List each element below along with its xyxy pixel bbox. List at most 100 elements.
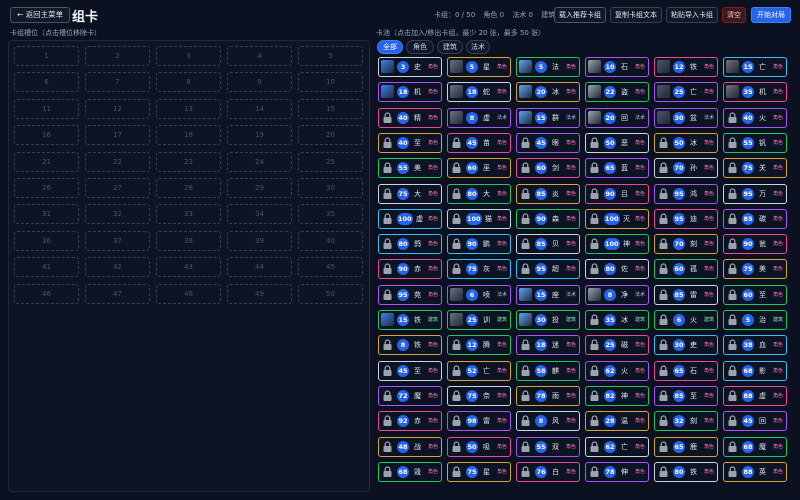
filter-tab[interactable]: 建筑 [437,40,463,54]
pool-card[interactable]: 90 森角色 [516,208,580,229]
pool-card[interactable]: 25 训建筑 [447,310,511,330]
pool-card[interactable]: 75 关角色 [723,158,787,179]
pool-card[interactable]: 60 巫角色 [447,158,511,179]
pool-card[interactable]: 20 冰角色 [516,82,580,103]
deck-slot[interactable]: 17 [85,125,150,146]
pool-card[interactable]: 65 石角色 [654,360,718,381]
pool-card[interactable]: 60 至角色 [723,284,787,305]
deck-slot[interactable]: 1 [14,46,79,66]
back-to-menu-button[interactable]: ← 返回主菜单 [10,7,71,23]
pool-card[interactable]: 40 精角色 [378,107,442,128]
pool-card[interactable]: 18 迷角色 [516,335,580,356]
pool-card[interactable]: 58 麒角色 [516,360,580,381]
deck-slot[interactable]: 41 [14,257,79,278]
pool-card[interactable]: 80 铁角色 [654,461,718,482]
filter-tab[interactable]: 角色 [406,40,434,54]
pool-card[interactable]: 52 亡角色 [447,360,511,381]
deck-slot[interactable]: 32 [85,204,150,225]
deck-slot[interactable]: 2 [85,46,150,66]
pool-card[interactable]: 20 回法术 [585,107,649,128]
pool-card[interactable]: 40 至角色 [378,132,442,153]
copy-deck-text-button[interactable]: 复制卡组文本 [610,7,662,23]
pool-card[interactable]: 85 炎角色 [516,183,580,204]
deck-slot[interactable]: 34 [227,204,292,225]
pool-card[interactable]: 72 魔角色 [378,385,442,406]
pool-card[interactable]: 32 刻角色 [654,411,718,432]
pool-card[interactable]: 75 星角色 [447,461,511,482]
pool-card[interactable]: 82 神角色 [585,385,649,406]
pool-card[interactable]: 55 双角色 [516,436,580,457]
clear-button[interactable]: 清空 [722,7,746,23]
pool-card[interactable]: 18 蛇角色 [447,82,511,103]
pool-card[interactable]: 60 孤角色 [654,259,718,280]
deck-slot[interactable]: 36 [14,230,79,251]
deck-slot[interactable]: 40 [298,230,363,251]
deck-slot[interactable]: 22 [85,151,150,172]
pool-card[interactable]: 5 星角色 [447,57,511,77]
pool-card[interactable]: 8 虚法术 [447,107,511,128]
pool-card[interactable]: 68 影角色 [723,360,787,381]
pool-card[interactable]: 38 血角色 [723,335,787,356]
pool-card[interactable]: 18 机角色 [378,82,442,103]
deck-slot[interactable]: 24 [227,151,292,172]
pool-card[interactable]: 75 灰角色 [447,259,511,280]
pool-card[interactable]: 85 贝角色 [516,234,580,255]
deck-slot[interactable]: 16 [14,125,79,146]
pool-card[interactable]: 15 座法术 [516,284,580,305]
pool-card[interactable]: 15 群法术 [516,107,580,128]
pool-card[interactable]: 12 腾角色 [447,335,511,356]
pool-card[interactable]: 90 鹏角色 [447,234,511,255]
pool-card[interactable]: 55 钒角色 [723,132,787,153]
deck-slot[interactable]: 35 [298,204,363,225]
pool-card[interactable]: 95 万角色 [723,183,787,204]
deck-slot[interactable]: 9 [227,72,292,93]
pool-card[interactable]: 100 灭角色 [585,208,649,229]
deck-slot[interactable]: 8 [156,72,221,93]
pool-card[interactable]: 62 火角色 [585,360,649,381]
pool-card[interactable]: 62 亡角色 [585,436,649,457]
deck-slot[interactable]: 44 [227,257,292,278]
pool-card[interactable]: 100 神角色 [585,234,649,255]
deck-slot[interactable]: 37 [85,230,150,251]
filter-tab[interactable]: 全部 [377,40,403,54]
pool-card[interactable]: 35 机角色 [723,82,787,103]
pool-card[interactable]: 10 石角色 [585,57,649,77]
pool-card[interactable]: 85 雷角色 [654,284,718,305]
pool-card[interactable]: 5 法角色 [516,57,580,77]
deck-slot[interactable]: 14 [227,98,292,119]
deck-slot[interactable]: 47 [85,283,150,304]
deck-slot[interactable]: 42 [85,257,150,278]
pool-card[interactable]: 80 佐角色 [585,259,649,280]
deck-slot[interactable]: 45 [298,257,363,278]
deck-slot[interactable]: 3 [156,46,221,66]
pool-card[interactable]: 30 盆法术 [654,107,718,128]
pool-card[interactable]: 15 铁建筑 [378,310,442,330]
deck-slot[interactable]: 19 [227,125,292,146]
deck-slot[interactable]: 38 [156,230,221,251]
pool-card[interactable]: 75 奈角色 [447,385,511,406]
deck-slot[interactable]: 18 [156,125,221,146]
deck-slot[interactable]: 15 [298,98,363,119]
pool-card[interactable]: 95 鸿角色 [654,183,718,204]
pool-card[interactable]: 100 虚角色 [378,208,442,229]
pool-card[interactable]: 35 冰建筑 [585,310,649,330]
pool-card[interactable]: 3 史角色 [378,57,442,77]
pool-card[interactable]: 90 赤角色 [378,259,442,280]
pool-card[interactable]: 8 净法术 [585,284,649,305]
deck-slot[interactable]: 30 [298,178,363,198]
deck-slot[interactable]: 28 [156,178,221,198]
pool-card[interactable]: 30 吏角色 [654,335,718,356]
pool-card[interactable]: 95 苑角色 [378,284,442,305]
deck-slot[interactable]: 21 [14,151,79,172]
deck-slot[interactable]: 26 [14,178,79,198]
pool-card[interactable]: 45 眼角色 [516,132,580,153]
deck-slot[interactable]: 50 [298,283,363,304]
pool-card[interactable]: 8 铁角色 [378,335,442,356]
deck-slot[interactable]: 29 [227,178,292,198]
pool-card[interactable]: 78 雨角色 [516,385,580,406]
pool-card[interactable]: 65 蓝角色 [585,158,649,179]
pool-card[interactable]: 8 风角色 [516,411,580,432]
pool-card[interactable]: 6 喷法术 [447,284,511,305]
pool-card[interactable]: 88 虚角色 [723,385,787,406]
pool-card[interactable]: 76 白角色 [516,461,580,482]
